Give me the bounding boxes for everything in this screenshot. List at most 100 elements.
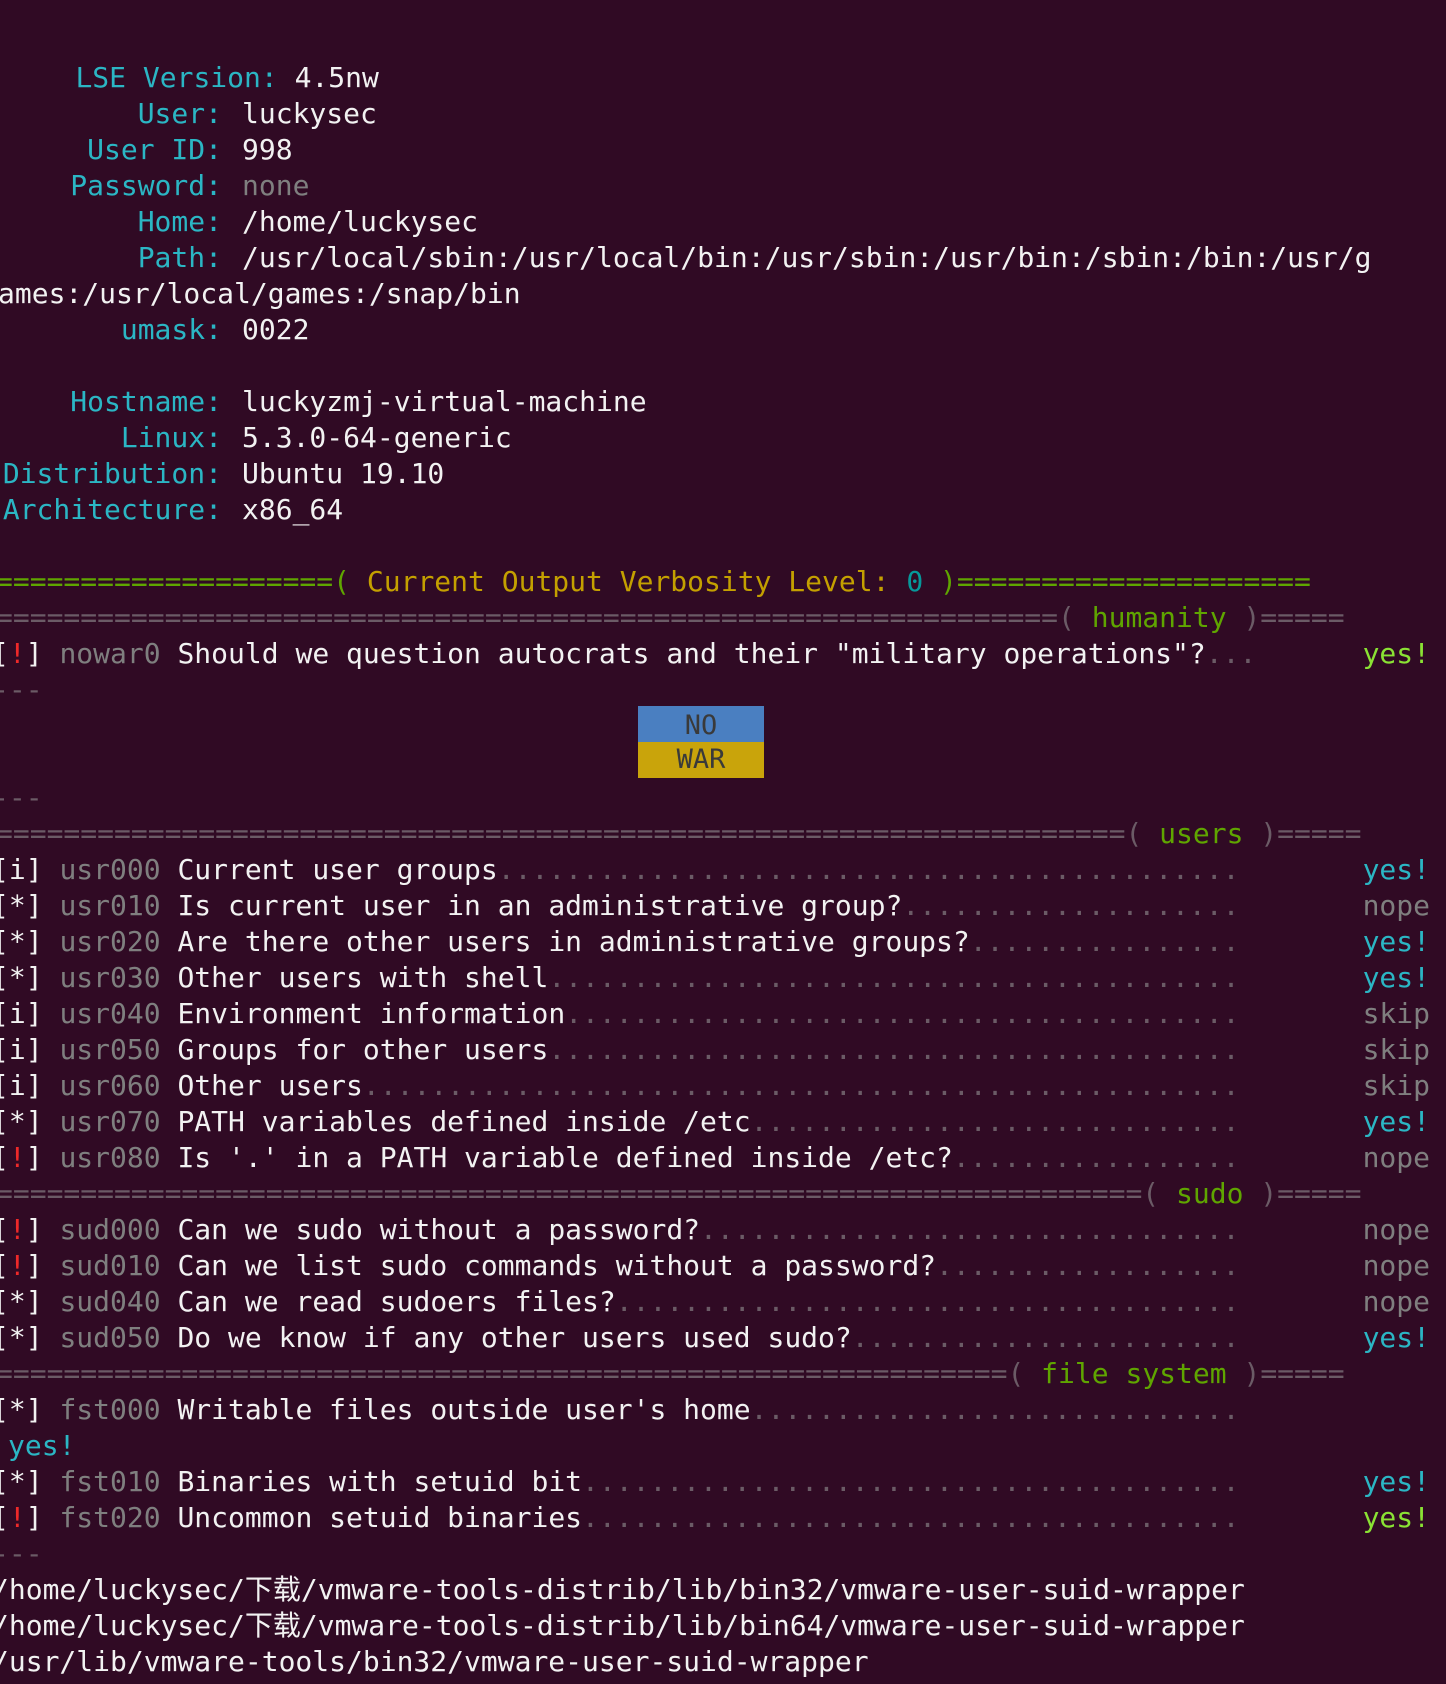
path-label: Path:	[137, 241, 222, 274]
bracket-open: [	[0, 853, 9, 886]
check-result-fst020: yes!	[1362, 1501, 1430, 1534]
bracket-symbol: *	[8, 1393, 26, 1426]
terminal-window[interactable]: LSE Version: 4.5nw User: luckysec User I…	[0, 0, 1446, 1684]
path-line: /home/luckysec/下载/vmware-tools-distrib/l…	[0, 1609, 1245, 1642]
flag-bottom: WAR	[638, 742, 764, 778]
section-sudo: ========================================…	[0, 1177, 1362, 1210]
check-id: usr020	[59, 925, 161, 958]
check-text: Do we know if any other users used sudo?	[177, 1321, 852, 1354]
bracket-open: [	[0, 997, 9, 1030]
verbosity-line: ====================( Current Output Ver…	[0, 564, 1311, 600]
check-id: sud040	[59, 1285, 161, 1318]
bracket-close: ]	[25, 1249, 60, 1282]
check-result-usr060: skip	[1362, 1069, 1430, 1102]
check-text: Other users	[177, 1069, 363, 1102]
check-dots: ........................................…	[548, 961, 1240, 994]
bracket-close: ]	[25, 1393, 60, 1426]
bracket-close: ]	[25, 1501, 60, 1534]
path-value-wrap: ames:/usr/local/games:/snap/bin	[0, 277, 521, 310]
check-dots: .............................	[750, 1393, 1240, 1426]
check-result-usr040: skip	[1362, 997, 1430, 1030]
check-dots: .......................................	[582, 1501, 1240, 1534]
check-dots: .......................................	[582, 1465, 1240, 1498]
check-id: usr040	[59, 997, 161, 1030]
bracket-open: [	[0, 1033, 9, 1066]
bracket-symbol: !	[8, 1141, 26, 1174]
userid-label: User ID:	[87, 133, 222, 166]
bracket-symbol: i	[8, 853, 26, 886]
bracket-open: [	[0, 1069, 9, 1102]
umask-label: umask:	[120, 313, 222, 346]
check-id: usr010	[59, 889, 161, 922]
check-result-nowar0: yes!	[1362, 637, 1430, 670]
check-dots: ........................................…	[497, 853, 1240, 886]
bracket-open: [	[0, 1213, 9, 1246]
check-row-sud000: [!] sud000 Can we sudo without a passwor…	[0, 1212, 1239, 1248]
check-result-usr030: yes!	[1362, 961, 1430, 994]
verbosity-text: Current Output Verbosity Level:	[350, 565, 907, 598]
check-text: Environment information	[177, 997, 566, 1030]
bracket-open: [	[0, 1393, 9, 1426]
architecture-label: Architecture:	[2, 493, 222, 526]
check-row-usr040: [i] usr040 Environment information......…	[0, 996, 1239, 1032]
check-text: Can we list sudo commands without a pass…	[177, 1249, 937, 1282]
check-result-usr020: yes!	[1362, 925, 1430, 958]
check-row-sud010: [!] sud010 Can we list sudo commands wit…	[0, 1248, 1239, 1284]
check-id: usr080	[59, 1141, 161, 1174]
check-row-usr000: [i] usr000 Current user groups..........…	[0, 852, 1239, 888]
check-result-sud010: nope	[1362, 1249, 1430, 1282]
hostname-value: luckyzmj-virtual-machine	[242, 385, 647, 418]
check-row-usr070: [*] usr070 PATH variables defined inside…	[0, 1104, 1239, 1140]
check-dots: ........................................…	[548, 1033, 1240, 1066]
bracket-close: ]	[25, 1465, 60, 1498]
check-row-fst000: [*] fst000 Writable files outside user's…	[0, 1392, 1239, 1428]
check-result-usr070: yes!	[1362, 1105, 1430, 1138]
verbosity-right-rule: )=====================	[923, 565, 1311, 598]
bracket-open: [	[0, 1321, 9, 1354]
check-result-fst010: yes!	[1362, 1465, 1430, 1498]
bracket-symbol: i	[8, 997, 26, 1030]
check-dots: .....................................	[615, 1285, 1240, 1318]
check-text: Writable files outside user's home	[177, 1393, 751, 1426]
bracket-open: [	[0, 1501, 9, 1534]
separator-bottom: ---	[0, 781, 43, 814]
bracket-open: [	[0, 1465, 9, 1498]
bracket-symbol: !	[8, 1213, 26, 1246]
check-result-sud000: nope	[1362, 1213, 1430, 1246]
bracket-close: ]	[25, 961, 60, 994]
check-result-sud040: nope	[1362, 1285, 1430, 1318]
bracket-symbol: *	[8, 1105, 26, 1138]
check-row-usr020: [*] usr020 Are there other users in admi…	[0, 924, 1239, 960]
version-label: LSE Version:	[75, 61, 278, 94]
user-value: luckysec	[242, 97, 377, 130]
check-dots: .................	[952, 1141, 1240, 1174]
bracket-close: ]	[25, 1213, 60, 1246]
bracket-open: [	[0, 961, 9, 994]
check-result-usr050: skip	[1362, 1033, 1430, 1066]
bracket-close: ]	[25, 1069, 60, 1102]
path-line: /home/luckysec/下载/vmware-tools-distrib/l…	[0, 1573, 1245, 1606]
home-label: Home:	[137, 205, 222, 238]
version-line: LSE Version: 4.5nw	[8, 24, 378, 94]
bracket-close: ]	[25, 1285, 60, 1318]
check-row-usr050: [i] usr050 Groups for other users.......…	[0, 1032, 1239, 1068]
check-text: Are there other users in administrative …	[177, 925, 970, 958]
bracket-symbol: *	[8, 925, 26, 958]
flag-top: NO	[638, 706, 764, 742]
section-rule: ========================================…	[0, 601, 1075, 634]
bracket-symbol: *	[8, 889, 26, 922]
bracket-open: [	[0, 925, 9, 958]
section-file-system: ========================================…	[0, 1357, 1345, 1390]
bracket-symbol: !	[8, 1249, 26, 1282]
separator-top: ---	[0, 673, 43, 706]
check-result-usr010: nope	[1362, 889, 1430, 922]
